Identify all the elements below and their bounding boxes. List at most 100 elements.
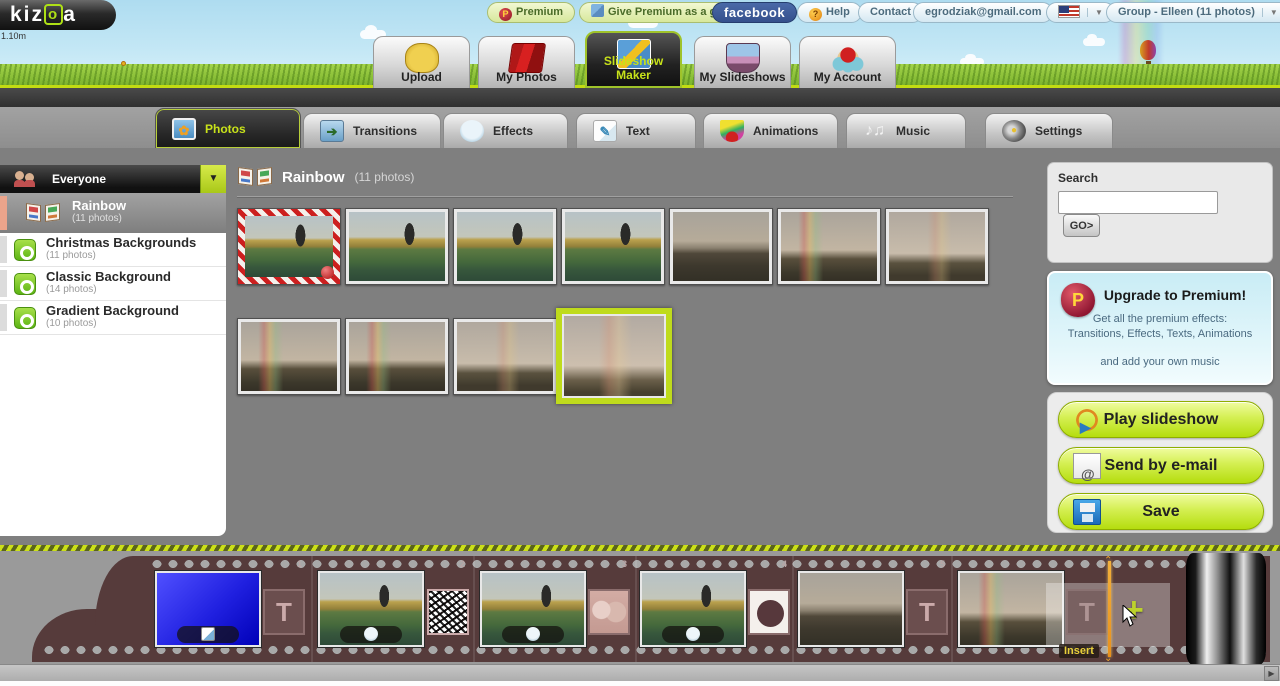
photo-image	[457, 322, 553, 391]
filter-dropdown-arrow[interactable]: ▼	[200, 165, 226, 193]
subtab-photos[interactable]: ✿Photos	[155, 108, 301, 148]
slide-separator	[951, 556, 953, 662]
tab-my-photos[interactable]: My Photos	[478, 36, 575, 88]
slide-number: 3	[622, 559, 627, 569]
timeline-slide-2[interactable]	[318, 571, 424, 647]
kizoa-logo[interactable]: kizoa	[0, 0, 116, 30]
photo-thumbnail-10[interactable]	[453, 318, 557, 395]
actions-panel: Play slideshow Send by e-mail Save	[1047, 392, 1273, 533]
subtab-music[interactable]: ♪♫Music	[846, 113, 966, 148]
logo-text: kiz	[10, 3, 44, 26]
upgrade-premium-box[interactable]: P Upgrade to Premium! Get all the premiu…	[1047, 271, 1273, 385]
slide-effect-pill[interactable]	[177, 626, 239, 643]
help-button[interactable]: ?Help	[797, 2, 862, 23]
text-effect-icon	[201, 627, 215, 641]
upgrade-title: Upgrade to Premium!	[1079, 287, 1271, 303]
slide-number: 1	[297, 559, 302, 569]
insert-tooltip: Insert	[1059, 644, 1099, 658]
timeline-slide-4[interactable]	[640, 571, 746, 647]
photo-thumbnail-3[interactable]	[453, 208, 557, 285]
subtab-effects[interactable]: Effects	[443, 113, 568, 148]
transition-slot-1[interactable]: T	[263, 589, 305, 635]
slide-number: 2	[460, 559, 465, 569]
insert-marker[interactable]	[1108, 561, 1111, 657]
account-email[interactable]: egrodziak@gmail.com	[913, 2, 1053, 23]
chevron-down-icon: ▼	[1262, 8, 1278, 17]
language-selector[interactable]: ▼	[1046, 2, 1115, 23]
subtab-text[interactable]: ✎Text	[576, 113, 696, 148]
play-slideshow-button[interactable]: Play slideshow	[1058, 401, 1264, 438]
subtab-settings[interactable]: ●Settings	[985, 113, 1113, 148]
slide-separator	[635, 556, 637, 662]
photo-image	[565, 212, 661, 281]
transition-slot-5[interactable]: T	[906, 589, 948, 635]
transition-slot-4[interactable]: T	[748, 589, 790, 635]
page-title: Rainbow	[282, 169, 345, 186]
timeline-slide-3[interactable]	[480, 571, 586, 647]
slide-effect-pill[interactable]	[502, 626, 564, 643]
photo-thumbnail-2[interactable]	[345, 208, 449, 285]
gift-icon	[591, 4, 604, 17]
photo-image	[781, 212, 877, 281]
premium-p-icon: P	[1061, 283, 1095, 317]
photo-thumbnail-7[interactable]	[885, 208, 989, 285]
timeline-scrollbar[interactable]: ▶	[0, 664, 1280, 681]
photo-thumbnail-8[interactable]	[237, 318, 341, 395]
send-by-email-button[interactable]: Send by e-mail	[1058, 447, 1264, 484]
tab-upload[interactable]: Upload	[373, 36, 470, 88]
transition-slot-2[interactable]: T	[427, 589, 469, 635]
open-book-icon	[26, 202, 60, 224]
subtab-animations[interactable]: Animations	[703, 113, 838, 148]
version-label: 1.10m	[1, 31, 26, 41]
subtab-transitions[interactable]: ➔Transitions	[303, 113, 441, 148]
help-question-icon: ?	[809, 8, 822, 21]
album-edge	[0, 196, 7, 230]
sidebar-album-rainbow[interactable]: Rainbow (11 photos)	[0, 193, 226, 233]
sidebar-album-christmas-backgrounds[interactable]: Christmas Backgrounds (11 photos)	[0, 233, 226, 267]
slide-separator	[473, 556, 475, 662]
photo-thumbnail-11-selected[interactable]	[556, 308, 672, 404]
timeline-slide-1[interactable]	[155, 571, 261, 647]
sidebar-album-gradient-background[interactable]: Gradient Background (10 photos)	[0, 301, 226, 335]
my-photos-books-icon	[507, 43, 545, 73]
tab-slideshow-maker[interactable]: Slideshow Maker	[585, 31, 682, 88]
transition-slot-3[interactable]: T	[588, 589, 630, 635]
group-selector[interactable]: Group - Elleen (11 photos)▼	[1106, 2, 1280, 23]
music-notes-icon: ♪♫	[863, 120, 887, 142]
save-button[interactable]: Save	[1058, 493, 1264, 530]
transition-slot-6[interactable]: T	[1066, 589, 1108, 635]
snowglobe-icon	[460, 120, 484, 142]
photo-image	[457, 212, 553, 281]
floppy-disk-icon	[1073, 499, 1101, 525]
album-icon	[14, 307, 36, 329]
facebook-button[interactable]: facebook	[712, 2, 797, 23]
scroll-right-button[interactable]: ▶	[1264, 666, 1279, 681]
album-icon	[14, 239, 36, 261]
mouse-cursor	[1122, 605, 1137, 627]
sidebar-album-classic-background[interactable]: Classic Background (14 photos)	[0, 267, 226, 301]
photo-thumbnail-9[interactable]	[345, 318, 449, 395]
photo-thumbnail-6[interactable]	[777, 208, 881, 285]
slide-separator	[311, 556, 313, 662]
album-icon	[14, 273, 36, 295]
slide-effect-pill[interactable]	[662, 626, 724, 643]
album-edge	[0, 270, 7, 297]
album-filter-header[interactable]: Everyone ▼	[0, 165, 226, 193]
premium-button[interactable]: PPremium	[487, 2, 575, 23]
timeline-slide-5[interactable]	[798, 571, 904, 647]
slide-number: 5	[940, 559, 945, 569]
kizoa-app: kizoa 1.10m PPremium Give Premium as a g…	[0, 0, 1280, 686]
search-input[interactable]	[1058, 191, 1218, 214]
my-account-people-icon	[831, 43, 865, 73]
photo-thumbnail-1[interactable]	[237, 208, 341, 285]
photo-thumbnail-4[interactable]	[561, 208, 665, 285]
slide-effect-pill[interactable]	[340, 626, 402, 643]
tab-my-account[interactable]: My Account	[799, 36, 896, 88]
hot-air-balloon-icon	[1140, 40, 1156, 60]
photo-thumbnail-5[interactable]	[669, 208, 773, 285]
photo-image	[241, 322, 337, 391]
search-go-button[interactable]: GO>	[1063, 214, 1100, 237]
snowglobe-effect-icon	[686, 627, 700, 641]
photo-image	[349, 322, 445, 391]
tab-my-slideshows[interactable]: My Slideshows	[694, 36, 791, 88]
